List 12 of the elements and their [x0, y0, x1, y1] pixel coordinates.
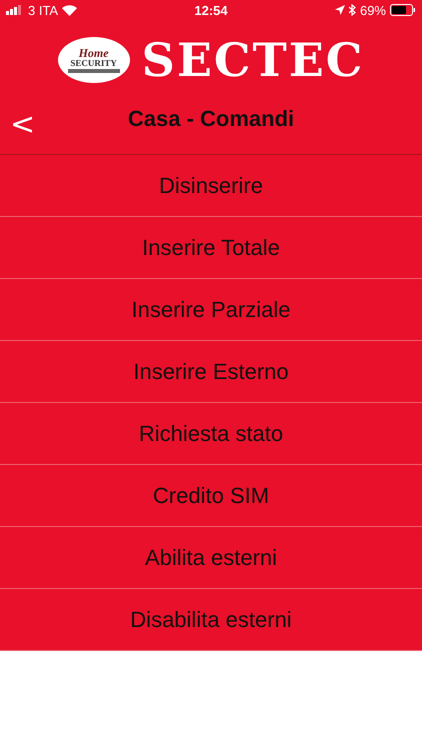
- signal-icon: [6, 5, 24, 15]
- battery-icon: [390, 4, 416, 16]
- location-icon: [334, 5, 345, 15]
- carrier-text: 3 ITA: [28, 2, 58, 18]
- battery-text: 69%: [360, 2, 386, 18]
- screen-title: Casa - Comandi: [128, 106, 294, 132]
- wifi-icon: [62, 4, 78, 16]
- back-button[interactable]: <: [6, 108, 40, 142]
- home-security-badge: Home SECURITY: [58, 37, 130, 83]
- brand-logo: SECTEC: [142, 33, 364, 87]
- bluetooth-icon: [348, 4, 356, 16]
- clock-text: 12:54: [194, 2, 228, 18]
